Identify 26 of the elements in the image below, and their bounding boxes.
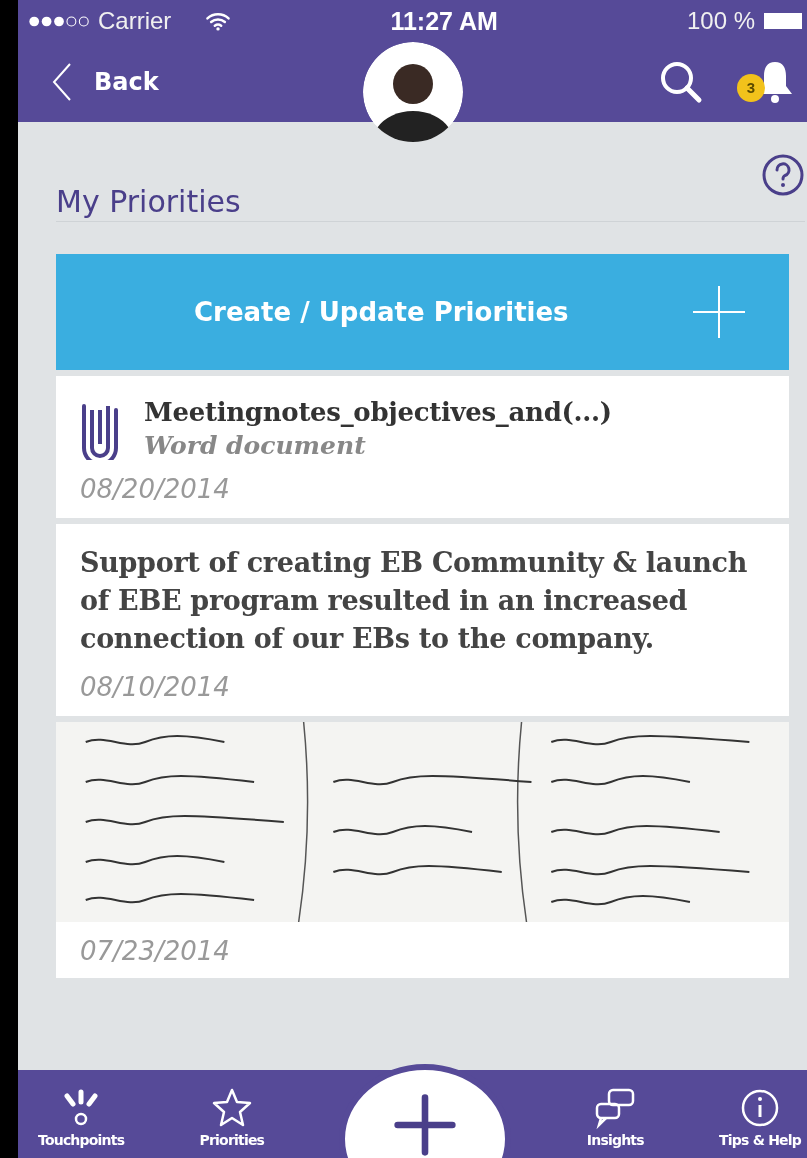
file-name: Meetingnotes_objectives_and(...) (144, 396, 612, 427)
priority-card[interactable]: Support of creating EB Community & launch of EBE program resulted in an increased connection of our EBs to the company. 08/10/2014 (56, 524, 789, 716)
back-button[interactable]: Back (52, 62, 159, 102)
priority-text: Support of creating EB Community & launch of EBE program resulted in an increased connection of our EBs to the company. (80, 546, 749, 656)
search-icon[interactable] (659, 60, 703, 104)
card-date: 07/23/2014 (79, 936, 231, 966)
tab-item[interactable]: Insights (586, 1080, 644, 1148)
carrier-label: Carrier (98, 7, 172, 35)
signal-icon (28, 14, 90, 28)
battery-percent: 100 % (686, 7, 755, 35)
priority-card[interactable]: Meetingnotes_objectives_and(...) Word document 08/20/2014 (56, 376, 789, 518)
tab-item[interactable]: Touchpoints (38, 1080, 125, 1148)
help-icon[interactable] (761, 153, 805, 197)
card-date: 08/10/2014 (80, 672, 231, 702)
clock-time: 11:27 AM (390, 6, 498, 36)
page-title: My Priorities (56, 183, 241, 219)
notification-badge: 3 (737, 74, 765, 102)
tab-item[interactable]: Tips & Help (719, 1080, 801, 1148)
chevron-left-icon (52, 62, 72, 102)
card-date: 08/20/2014 (80, 474, 231, 504)
plus-icon (392, 1092, 459, 1158)
file-type: Word document (144, 430, 367, 460)
tab-item[interactable]: Priorities (199, 1080, 265, 1148)
notifications-button[interactable]: 3 (737, 60, 795, 104)
wifi-icon (205, 11, 232, 31)
battery-icon (763, 12, 803, 30)
